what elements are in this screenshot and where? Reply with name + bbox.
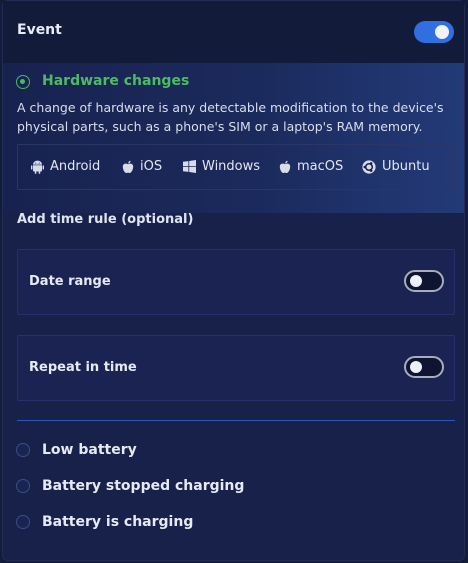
event-toggle[interactable] [414, 21, 454, 43]
hardware-changes-radio[interactable] [16, 75, 30, 89]
platform-android: Android [31, 159, 100, 174]
repeat-label: Repeat in time [29, 360, 137, 375]
platform-ios: iOS [122, 159, 162, 174]
date-range-label: Date range [29, 274, 111, 289]
battery-stopped-charging-radio[interactable] [16, 479, 30, 493]
toggle-knob [410, 275, 422, 287]
low-battery-radio[interactable] [16, 443, 30, 457]
platform-list: Android iOS Windows macOS Ubuntu [17, 144, 455, 190]
event-header: Event [3, 1, 464, 64]
repeat-card: Repeat in time [17, 335, 455, 401]
android-icon [31, 160, 44, 174]
low-battery-label[interactable]: Low battery [42, 442, 137, 458]
hardware-changes-description: A change of hardware is any detectable m… [17, 100, 444, 134]
repeat-toggle[interactable] [404, 356, 444, 378]
event-title: Event [17, 22, 62, 38]
battery-charging-label[interactable]: Battery is charging [42, 514, 193, 530]
platform-ios-label: iOS [140, 159, 163, 174]
windows-icon [183, 160, 196, 173]
apple-icon [279, 160, 291, 173]
platform-macos-label: macOS [297, 159, 344, 174]
battery-charging-radio[interactable] [16, 515, 30, 529]
toggle-knob [435, 25, 449, 39]
date-range-card: Date range [17, 249, 455, 315]
apple-icon [122, 160, 134, 173]
battery-stopped-charging-label[interactable]: Battery stopped charging [42, 478, 244, 494]
platform-windows-label: Windows [202, 159, 261, 174]
hardware-changes-label[interactable]: Hardware changes [42, 73, 189, 89]
event-panel: Event Hardware changes A change of hardw… [2, 0, 465, 561]
platform-android-label: Android [50, 159, 101, 174]
platform-ubuntu: Ubuntu [362, 159, 430, 174]
ubuntu-icon [362, 159, 376, 174]
section-divider [17, 420, 455, 421]
toggle-knob [410, 361, 422, 373]
platform-macos: macOS [279, 159, 343, 174]
platform-ubuntu-label: Ubuntu [382, 159, 430, 174]
platform-windows: Windows [183, 159, 260, 174]
time-rule-heading: Add time rule (optional) [17, 212, 194, 227]
date-range-toggle[interactable] [404, 270, 444, 292]
